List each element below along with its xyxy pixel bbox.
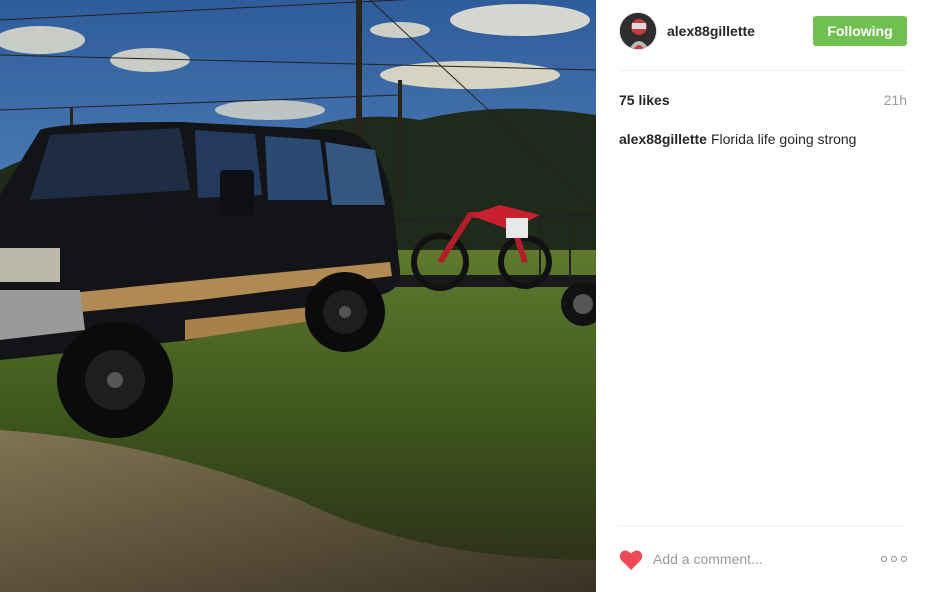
following-button[interactable]: Following [813, 16, 907, 46]
post-image[interactable] [0, 0, 596, 592]
post-details-panel: alex88gillette Following 75 likes 21h al… [596, 0, 930, 592]
dot [891, 556, 897, 562]
dot [881, 556, 887, 562]
more-options-icon[interactable] [881, 554, 907, 564]
avatar-image [620, 13, 656, 49]
likes-count[interactable]: 75 likes [619, 92, 670, 108]
caption-text: Florida life going strong [710, 131, 857, 147]
caption-username[interactable]: alex88gillette [619, 131, 707, 147]
dot [901, 556, 907, 562]
comment-input[interactable] [653, 548, 873, 570]
divider [619, 70, 907, 71]
comment-bar [619, 544, 907, 574]
heart-icon[interactable] [619, 549, 643, 571]
caption: alex88gillette Florida life going strong [619, 130, 907, 148]
divider [619, 525, 907, 526]
avatar[interactable] [619, 12, 657, 50]
username-link[interactable]: alex88gillette [667, 23, 755, 39]
post-time[interactable]: 21h [884, 92, 907, 108]
post-header: alex88gillette Following [619, 10, 907, 52]
